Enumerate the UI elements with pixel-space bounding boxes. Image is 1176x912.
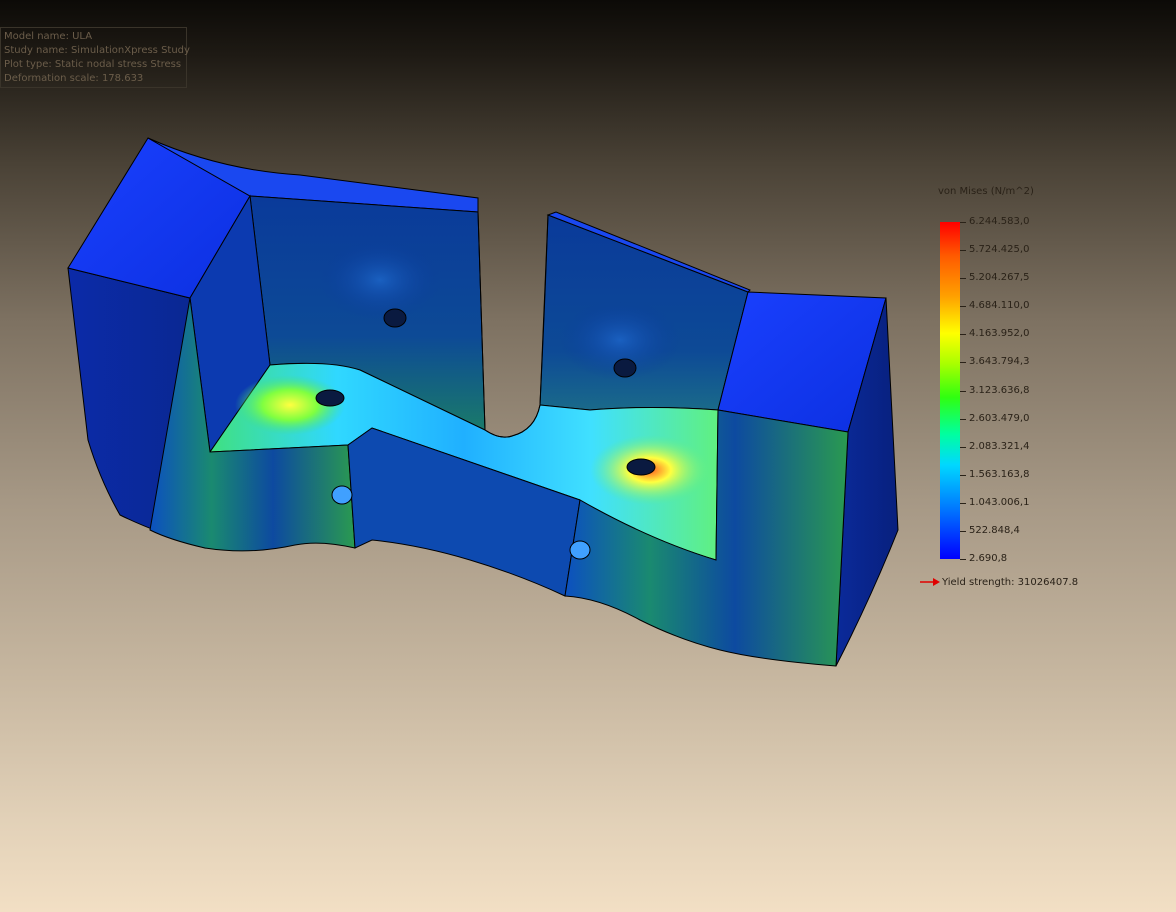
legend-label: 6.244.583,0: [969, 216, 1030, 227]
legend-label: 5.724.425,0: [969, 244, 1030, 256]
legend-tick: [960, 334, 966, 336]
legend-label: 4.163.952,0: [969, 328, 1030, 340]
legend-tick: [960, 390, 966, 392]
legend-label: 2.083.321,4: [969, 440, 1030, 452]
yield-strength-text: Yield strength: 31026407.8: [942, 577, 1079, 588]
legend-label: 4.684.110,0: [969, 300, 1030, 312]
legend-label: 2.690,8: [969, 553, 1008, 564]
legend-tick: [960, 222, 966, 223]
legend-label: 522.848,4: [969, 524, 1020, 536]
legend-label: 2.603.479,0: [969, 412, 1030, 424]
legend-tick: [960, 474, 966, 476]
legend-label: 3.643.794,3: [969, 356, 1030, 368]
legend-title: von Mises (N/m^2): [938, 186, 1034, 197]
hole-floor-left: [315, 389, 345, 407]
yield-strength-indicator: Yield strength: 31026407.8: [920, 577, 1078, 588]
legend-tick: [960, 446, 966, 448]
hole-back-left: [383, 308, 407, 328]
legend-tick: [960, 278, 966, 280]
legend-tick: [960, 530, 966, 532]
legend-tick: [960, 418, 966, 420]
legend-tick: [960, 306, 966, 308]
legend-label: 1.043.006,1: [969, 496, 1030, 508]
legend-color-bar: [940, 222, 960, 559]
legend-label: 1.563.163,8: [969, 468, 1030, 480]
stress-legend: von Mises (N/m^2) 6.244.583,0 5.724.425,0…: [900, 180, 1100, 600]
hole-front-left: [331, 485, 353, 505]
hole-front-right: [569, 540, 591, 560]
hole-back-right: [613, 358, 637, 378]
legend-tick: [960, 250, 966, 252]
legend-tick: [960, 362, 966, 364]
legend-tick: [960, 559, 966, 560]
legend-label: 5.204.267,5: [969, 272, 1030, 284]
center-slot: [477, 211, 549, 438]
legend-tick: [960, 502, 966, 504]
hole-floor-right: [626, 458, 656, 476]
legend-label: 3.123.636,8: [969, 384, 1030, 396]
yield-arrow-icon: [920, 578, 940, 586]
